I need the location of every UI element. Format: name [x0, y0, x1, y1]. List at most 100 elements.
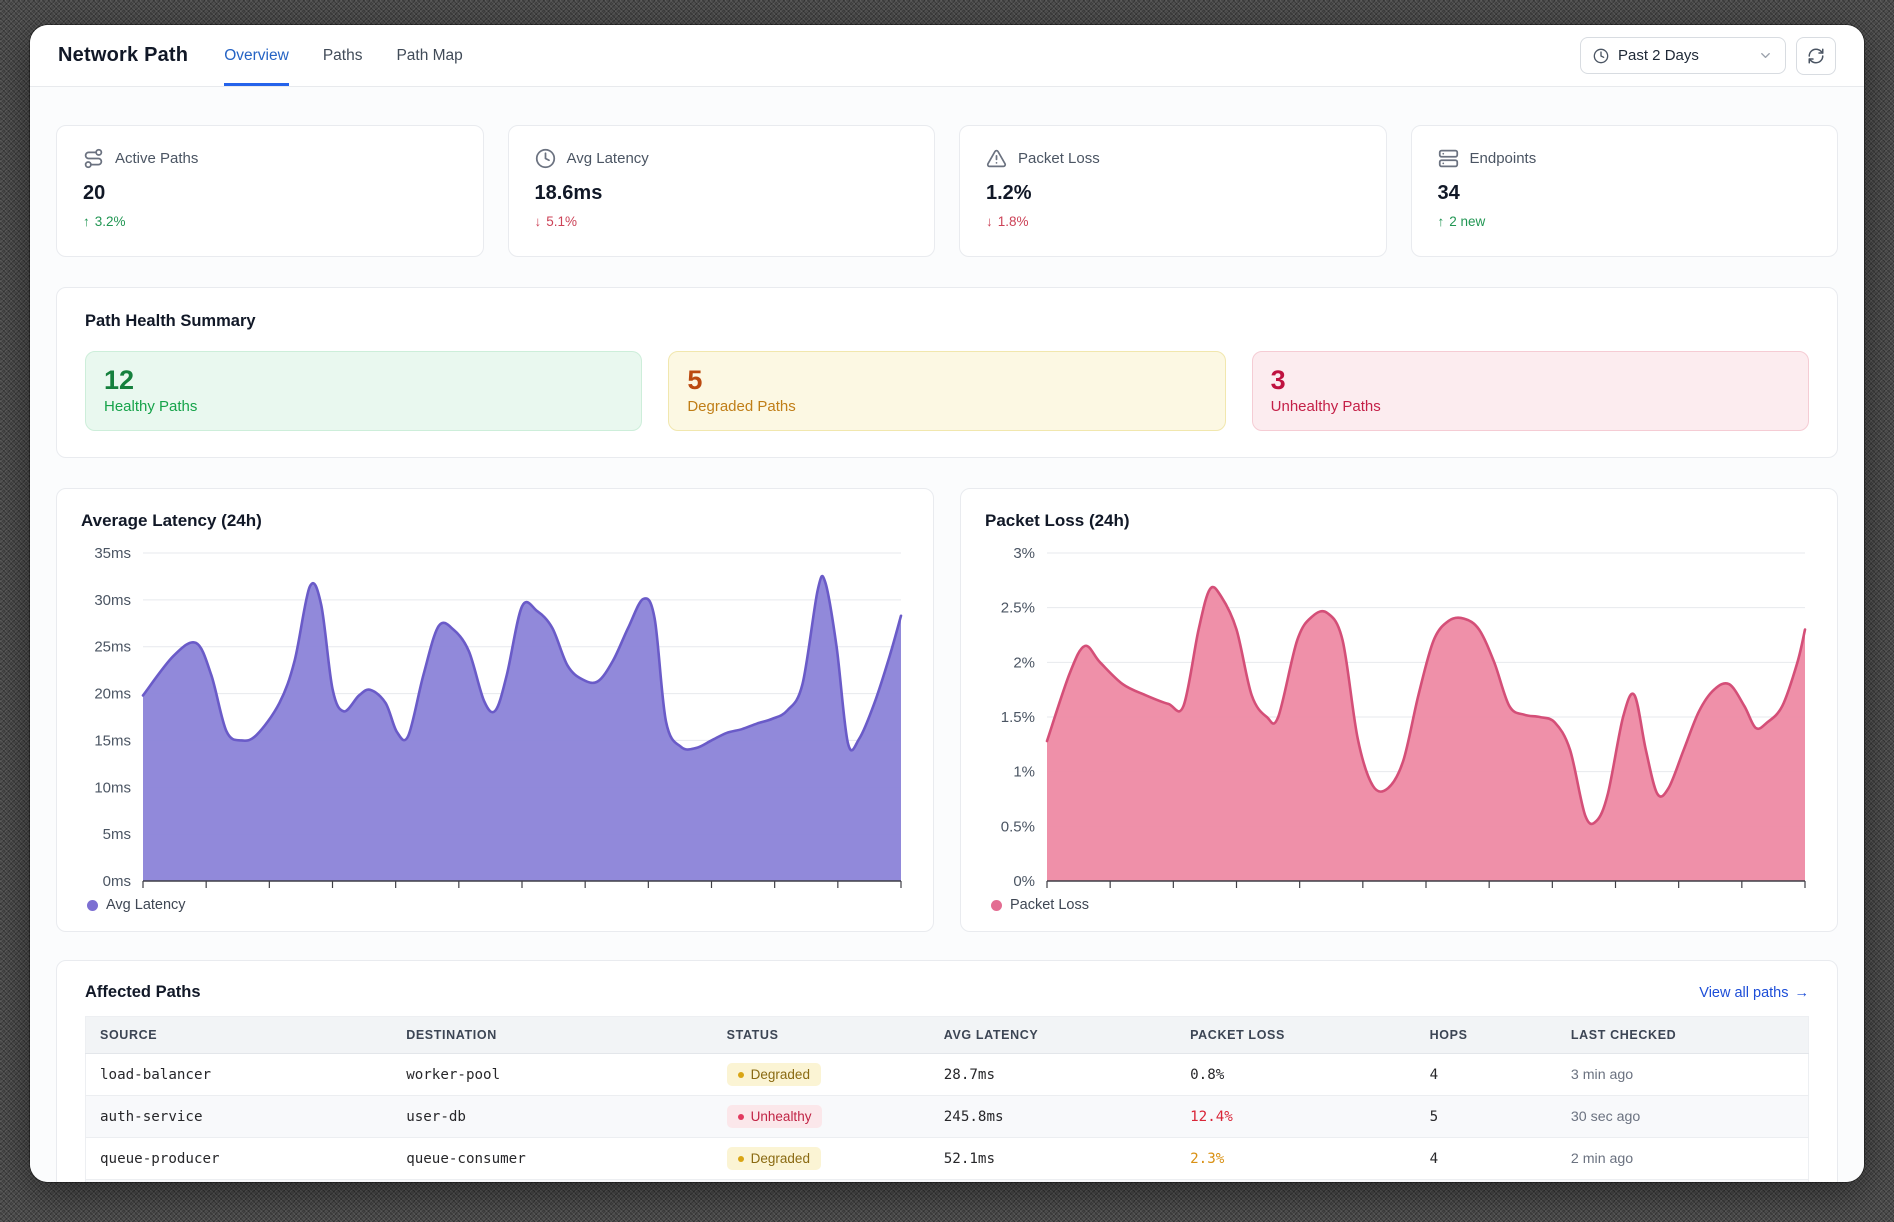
packet-loss-area-chart: 0%0.5%1%1.5%2%2.5%3%	[985, 541, 1813, 893]
charts-row: Average Latency (24h) 0ms 5ms 10ms 15ms 20ms…	[56, 488, 1838, 932]
unhealthy-count: 3	[1271, 365, 1790, 396]
col-avg-latency: AVG LATENCY	[930, 1017, 1176, 1054]
status-dot	[738, 1072, 744, 1078]
stat-value: 20	[83, 182, 457, 205]
cell-hops: 4	[1416, 1054, 1557, 1096]
tab-paths[interactable]: Paths	[323, 25, 363, 86]
degraded-count: 5	[687, 365, 1206, 396]
svg-text:0.5%: 0.5%	[1001, 818, 1035, 835]
refresh-button[interactable]	[1796, 37, 1836, 75]
status-badge: Degraded	[727, 1147, 821, 1170]
stat-label: Active Paths	[115, 150, 198, 167]
time-range-select[interactable]: Past 2 Days	[1580, 37, 1786, 74]
degraded-paths-box: 5 Degraded Paths	[668, 351, 1225, 431]
affected-paths-table: SOURCE DESTINATION STATUS AVG LATENCY PA…	[85, 1016, 1809, 1182]
warning-triangle-icon	[986, 148, 1007, 169]
cell-avg-latency: 52.1ms	[930, 1138, 1176, 1180]
cell-destination: worker-pool	[392, 1054, 712, 1096]
table-row[interactable]: billing-service payment-gateway Degraded…	[86, 1180, 1809, 1182]
cell-packet-loss: 2.3%	[1176, 1138, 1415, 1180]
table-header-row: SOURCE DESTINATION STATUS AVG LATENCY PA…	[86, 1017, 1809, 1054]
path-health-summary-card: Path Health Summary 12 Healthy Paths 5 D…	[56, 287, 1838, 458]
cell-status: Degraded	[713, 1054, 930, 1096]
arrow-up-icon: ↑	[1438, 214, 1445, 229]
stat-delta: ↓ 1.8%	[986, 214, 1360, 229]
app-window: Network Path Overview Paths Path Map Pas…	[30, 25, 1864, 1182]
svg-text:15ms: 15ms	[94, 732, 131, 749]
stat-card-active-paths: Active Paths 20 ↑ 3.2%	[56, 125, 484, 257]
svg-text:0ms: 0ms	[103, 873, 131, 890]
route-icon	[83, 148, 104, 169]
table-row[interactable]: queue-producer queue-consumer Degraded 5…	[86, 1138, 1809, 1180]
cell-last-checked: 30 sec ago	[1557, 1096, 1809, 1138]
packet-loss-chart-card: Packet Loss (24h) 0%0.5%1%1.5%2%2.5%3% P…	[960, 488, 1838, 932]
main-content: Active Paths 20 ↑ 3.2% Avg Latency 18.6m…	[30, 87, 1864, 1182]
svg-text:3%: 3%	[1013, 545, 1035, 562]
health-grid: 12 Healthy Paths 5 Degraded Paths 3 Unhe…	[85, 351, 1809, 431]
col-source: SOURCE	[86, 1017, 393, 1054]
svg-text:20ms: 20ms	[94, 686, 131, 703]
svg-text:1%: 1%	[1013, 764, 1035, 781]
svg-text:10ms: 10ms	[94, 779, 131, 796]
degraded-label: Degraded Paths	[687, 398, 1206, 415]
svg-text:0%: 0%	[1013, 873, 1035, 890]
cell-destination: payment-gateway	[392, 1180, 712, 1182]
app-header: Network Path Overview Paths Path Map Pas…	[30, 25, 1864, 87]
view-all-paths-link[interactable]: View all paths →	[1699, 985, 1809, 1001]
cell-avg-latency: 28.7ms	[930, 1054, 1176, 1096]
section-title: Affected Paths	[85, 983, 201, 1002]
legend-dot	[87, 900, 98, 911]
tab-path-map[interactable]: Path Map	[396, 25, 462, 86]
legend-dot	[991, 900, 1002, 911]
healthy-paths-box: 12 Healthy Paths	[85, 351, 642, 431]
svg-text:30ms: 30ms	[94, 592, 131, 609]
arrow-down-icon: ↓	[986, 214, 993, 229]
col-hops: HOPS	[1416, 1017, 1557, 1054]
legend-label: Packet Loss	[1010, 897, 1089, 913]
stat-value: 18.6ms	[535, 182, 909, 205]
cell-status: Degraded	[713, 1138, 930, 1180]
stat-label: Endpoints	[1470, 150, 1537, 167]
cell-destination: user-db	[392, 1096, 712, 1138]
cell-last-checked: 45 sec ago	[1557, 1180, 1809, 1182]
tab-bar: Overview Paths Path Map	[224, 25, 463, 86]
chart-legend: Avg Latency	[81, 897, 909, 913]
table-row[interactable]: load-balancer worker-pool Degraded 28.7m…	[86, 1054, 1809, 1096]
svg-text:2.5%: 2.5%	[1001, 600, 1035, 617]
cell-status: Unhealthy	[713, 1096, 930, 1138]
status-badge: Degraded	[727, 1063, 821, 1086]
stat-card-endpoints: Endpoints 34 ↑ 2 new	[1411, 125, 1839, 257]
tab-overview[interactable]: Overview	[224, 25, 289, 86]
svg-text:35ms: 35ms	[94, 545, 131, 562]
stat-delta: ↓ 5.1%	[535, 214, 909, 229]
stat-delta: ↑ 3.2%	[83, 214, 457, 229]
chart-legend: Packet Loss	[985, 897, 1813, 913]
cell-hops: 4	[1416, 1138, 1557, 1180]
arrow-up-icon: ↑	[83, 214, 90, 229]
clock-icon	[535, 148, 556, 169]
chart-title: Average Latency (24h)	[81, 511, 909, 531]
stat-card-avg-latency: Avg Latency 18.6ms ↓ 5.1%	[508, 125, 936, 257]
latency-area-chart: 0ms5ms10ms15ms20ms25ms30ms35ms	[81, 541, 909, 893]
cell-avg-latency: 67.3ms	[930, 1180, 1176, 1182]
arrow-right-icon: →	[1795, 985, 1810, 1001]
svg-text:5ms: 5ms	[103, 826, 131, 843]
cell-source: billing-service	[86, 1180, 393, 1182]
stat-card-packet-loss: Packet Loss 1.2% ↓ 1.8%	[959, 125, 1387, 257]
healthy-count: 12	[104, 365, 623, 396]
cell-source: auth-service	[86, 1096, 393, 1138]
svg-text:1.5%: 1.5%	[1001, 709, 1035, 726]
status-dot	[738, 1156, 744, 1162]
cell-status: Degraded	[713, 1180, 930, 1182]
col-last-checked: LAST CHECKED	[1557, 1017, 1809, 1054]
cell-last-checked: 2 min ago	[1557, 1138, 1809, 1180]
server-stack-icon	[1438, 148, 1459, 169]
cell-packet-loss: 12.4%	[1176, 1096, 1415, 1138]
stat-value: 34	[1438, 182, 1812, 205]
table-row[interactable]: auth-service user-db Unhealthy 245.8ms 1…	[86, 1096, 1809, 1138]
chart-title: Packet Loss (24h)	[985, 511, 1813, 531]
col-destination: DESTINATION	[392, 1017, 712, 1054]
healthy-label: Healthy Paths	[104, 398, 623, 415]
stat-label: Avg Latency	[567, 150, 649, 167]
unhealthy-paths-box: 3 Unhealthy Paths	[1252, 351, 1809, 431]
